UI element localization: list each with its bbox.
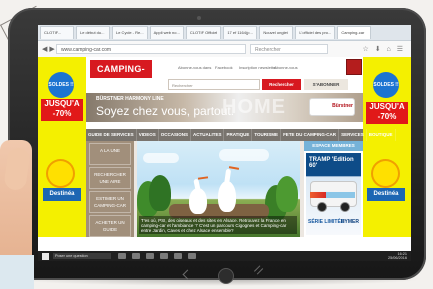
browser-tab[interactable]: CLOTIF Officiel	[185, 26, 222, 39]
members-area-button[interactable]: ESPACE MEMBRES	[304, 141, 363, 151]
taskbar-apps	[118, 253, 196, 259]
website-page: SOLDES !! JUSQU'A -70% Destinéa SOLDES !…	[38, 57, 411, 261]
browser-toolbar: ◀ ▶ ↻ www.camping-car.com Rechercher ☆ ⬇…	[38, 41, 411, 58]
system-clock: 16:21 25/06/2016	[388, 252, 407, 260]
tablet-device: CLOTIF... Le début du... Le Cycle - Re..…	[8, 8, 426, 284]
camper-ad-series: SÉRIE LIMITÉE	[308, 219, 345, 225]
left-brand-label: Destinéa	[43, 188, 81, 201]
sidebar-item[interactable]: A LA UNE	[89, 143, 131, 165]
app-icon[interactable]	[160, 253, 168, 259]
menu-item[interactable]: BOUTIQUE	[367, 129, 396, 141]
app-icon[interactable]	[146, 253, 154, 259]
address-bar[interactable]: www.camping-car.com	[56, 44, 246, 54]
tablet-screen: CLOTIF... Le début du... Le Cycle - Re..…	[38, 25, 411, 261]
tree	[149, 175, 171, 211]
hero-banner[interactable]: BÜRSTNER HARMONY LINE Soyez chez vous, p…	[86, 93, 363, 122]
left-ad-banner[interactable]: SOLDES !! JUSQU'A -70% Destinéa	[38, 57, 86, 237]
site-search-button[interactable]: Rechercher	[262, 79, 301, 90]
browser-tab-active[interactable]: Camping-car	[337, 26, 372, 39]
top-link[interactable]: Inscription newsletter	[239, 65, 277, 70]
top-link[interactable]: Facebook	[215, 65, 233, 70]
camper-ad[interactable]: TRAMP 'Edition 60' SÉRIE LIMITÉE HYMER	[306, 153, 361, 235]
right-column: ESPACE MEMBRES TRAMP 'Edition 60' SÉRIE …	[304, 141, 363, 237]
toolbar-icons[interactable]: ☆ ⬇ ⌂ ☰	[363, 45, 405, 53]
banner-subtitle: BÜRSTNER HARMONY LINE	[96, 96, 164, 102]
subscribe-button[interactable]: S'ABONNER	[304, 79, 348, 90]
left-brand-badge	[46, 159, 75, 188]
menu-item[interactable]: SERVICES	[339, 129, 367, 141]
front-camera	[197, 16, 201, 20]
stork-beak	[197, 176, 209, 180]
sidebar-item[interactable]: ESTIMER UN CAMPING-CAR	[89, 191, 131, 213]
tree	[276, 176, 298, 212]
sidebar-item[interactable]: ACHETER UN GUIDE	[89, 215, 131, 237]
app-icon[interactable]	[132, 253, 140, 259]
sidebar-item[interactable]: RECHERCHER UNE AIRE	[89, 167, 131, 189]
right-sale-badge: SOLDES !!	[373, 72, 399, 98]
left-sale-badge: SOLDES !!	[48, 72, 74, 98]
cloud	[143, 153, 179, 163]
subscription-icon[interactable]	[346, 59, 362, 75]
menu-item[interactable]: GUIDE DE SERVICES	[86, 129, 137, 141]
browser-tab[interactable]: CLOTIF...	[40, 26, 74, 39]
back-button-icon[interactable]	[182, 269, 193, 280]
left-sidebar: A LA UNE RECHERCHER UNE AIRE ESTIMER UN …	[86, 141, 134, 237]
site-header: CAMPING-CAR Abonne-vous dans Facebook In…	[86, 57, 363, 129]
browser-tabs: CLOTIF... Le début du... Le Cycle - Re..…	[38, 25, 411, 41]
app-icon[interactable]	[174, 253, 182, 259]
menu-item[interactable]: TOURISME	[252, 129, 282, 141]
browser-tab[interactable]: Nouvel onglet	[259, 26, 294, 39]
camper-ad-title: TRAMP 'Edition 60'	[309, 157, 354, 169]
home-button[interactable]	[218, 268, 234, 284]
featured-photo[interactable]: T'es où, PSI, des oiseaux et des sites e…	[137, 141, 300, 237]
photo-caption: T'es où, PSI, des oiseaux et des sites e…	[139, 216, 297, 234]
banner-title: Soyez chez vous, partout.	[96, 104, 235, 118]
top-link[interactable]: Abonne-vous	[274, 65, 298, 70]
menu-item[interactable]: OCCASIONS	[159, 129, 191, 141]
browser-tab[interactable]: L'officiel des pro...	[295, 26, 336, 39]
sleeve	[0, 255, 34, 289]
right-brand-label: Destinéa	[367, 188, 405, 201]
camper-stripe	[310, 192, 355, 198]
main-content: A LA UNE RECHERCHER UNE AIRE ESTIMER UN …	[86, 141, 363, 237]
app-icon[interactable]	[118, 253, 126, 259]
menu-item[interactable]: FETE DU CAMPING-CAR	[281, 129, 340, 141]
menu-item[interactable]: PRATIQUE	[224, 129, 253, 141]
wheel-icon	[317, 202, 327, 212]
windows-start-icon[interactable]	[42, 253, 49, 260]
cloud	[219, 149, 269, 161]
site-logo[interactable]: CAMPING-CAR	[90, 60, 152, 92]
menu-item[interactable]: VIDEOS	[137, 129, 159, 141]
site-search-input[interactable]: Rechercher	[168, 79, 260, 90]
taskbar-search[interactable]: Poser une question	[53, 253, 111, 259]
left-promo-label: JUSQU'A -70%	[41, 99, 83, 121]
camper-ad-brand: HYMER	[340, 219, 359, 225]
browser-tab[interactable]: Appli web no...	[149, 26, 184, 39]
browser-tab[interactable]: Le début du...	[76, 26, 110, 39]
clock-date: 25/06/2016	[387, 256, 407, 260]
right-promo-label: JUSQU'A -70%	[366, 102, 408, 124]
top-link[interactable]: Abonne-vous dans	[178, 65, 211, 70]
browser-tab[interactable]: Le Cycle - Re...	[112, 26, 148, 39]
right-brand-badge	[371, 159, 400, 188]
photo-scene: CLOTIF... Le début du... Le Cycle - Re..…	[0, 0, 433, 289]
windows-taskbar: Poser une question 16:21 25/06/2016	[38, 251, 411, 261]
menu-item[interactable]: ACTUALITES	[191, 129, 225, 141]
wheel-icon	[340, 202, 350, 212]
browser-tab[interactable]: 17 ef 1164(p...	[223, 26, 258, 39]
right-ad-banner[interactable]: SOLDES !! JUSQU'A -70% Destinéa	[363, 57, 411, 237]
app-icon[interactable]	[188, 253, 196, 259]
browser-search-field[interactable]: Rechercher	[250, 44, 328, 54]
banner-brand-label: Bürstner	[332, 103, 353, 109]
site-menu: GUIDE DE SERVICES VIDEOS OCCASIONS ACTUA…	[86, 129, 396, 141]
banner-home-word: HOME	[222, 96, 286, 118]
